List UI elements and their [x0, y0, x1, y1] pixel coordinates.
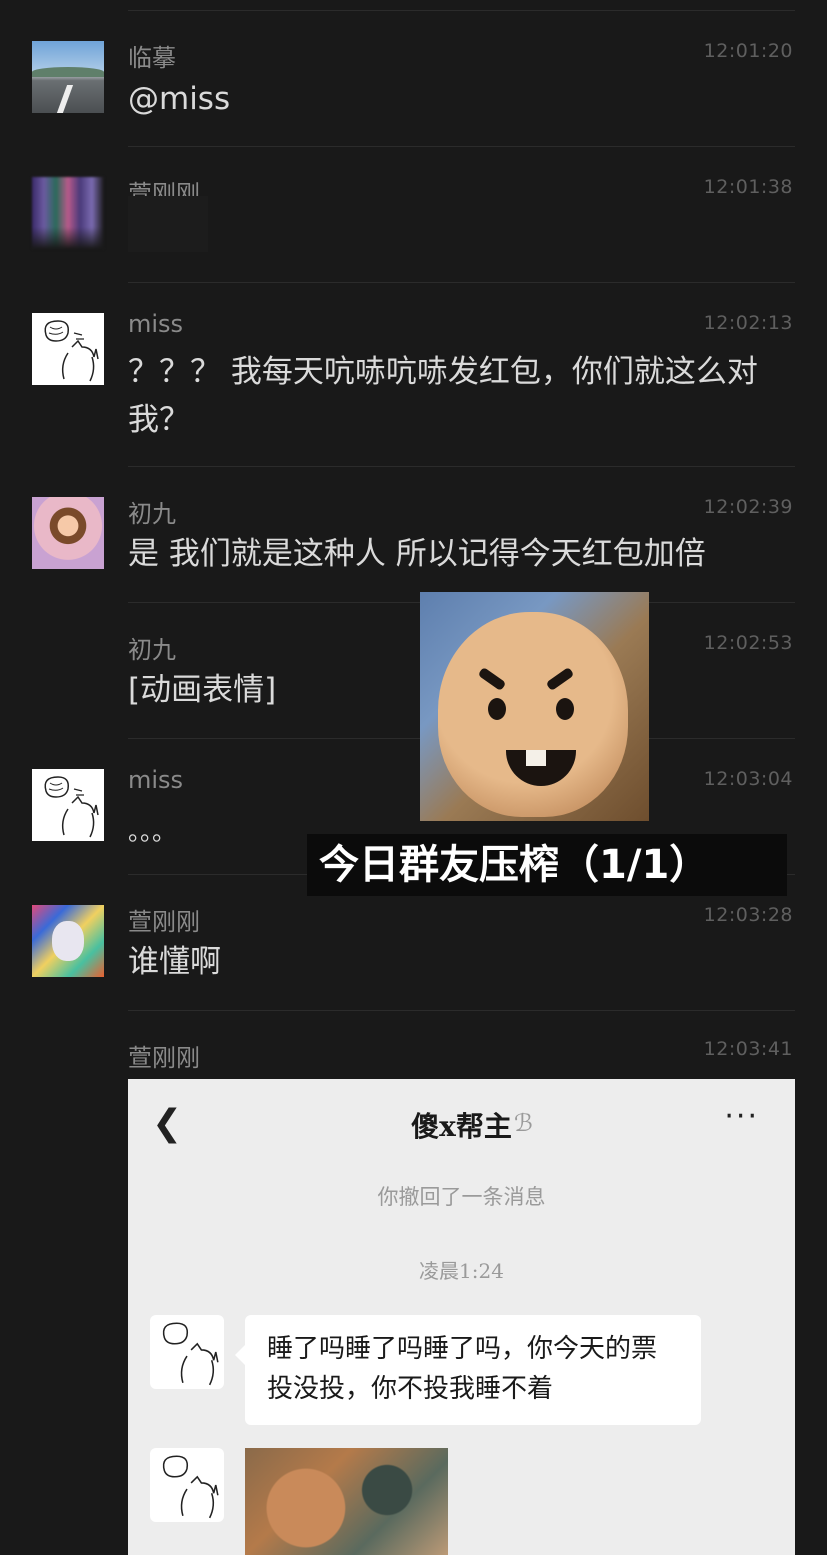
message-item[interactable]: 临摹 12:01:20 @miss: [0, 0, 827, 146]
message-item[interactable]: 初九 12:02:53 [动画表情]: [0, 602, 827, 738]
message-time: 12:01:38: [703, 176, 793, 198]
message-time: 12:03:04: [703, 768, 793, 790]
message-text: @miss: [128, 81, 231, 117]
sender-name: miss: [128, 766, 184, 794]
hidden-message-area: [128, 196, 208, 252]
chat-photo: [245, 1448, 448, 1555]
sender-name: miss: [128, 310, 184, 338]
chat-timestamp: 凌晨1:24: [419, 1259, 504, 1283]
chat-bubble: 睡了吗睡了吗睡了吗，你今天的票投没投，你不投我睡不着: [235, 1315, 701, 1425]
sticker-caption: 今日群友压榨（1/1）: [307, 834, 787, 896]
sender-name: 萱刚刚: [128, 1044, 200, 1072]
ear-icon: ℬ: [514, 1109, 533, 1137]
avatar[interactable]: [32, 769, 104, 841]
sender-name: 初九: [128, 636, 176, 664]
cat-brain-icon: [162, 1455, 219, 1519]
message-item[interactable]: 初九 12:02:39 是 我们就是这种人 所以记得今天红包加倍: [0, 466, 827, 602]
message-time: 12:03:28: [703, 904, 793, 926]
message-text: 是 我们就是这种人 所以记得今天红包加倍: [128, 536, 706, 572]
message-text: 谁懂啊: [128, 944, 221, 980]
sender-name: 萱刚刚: [128, 908, 200, 936]
message-time: 12:02:53: [703, 632, 793, 654]
avatar[interactable]: [32, 497, 104, 569]
message-text: ？？？ 我每天吭哧吭哧发红包，你们就这么对我？: [128, 354, 758, 438]
message-time: 12:02:13: [703, 312, 793, 334]
cat-brain-icon: [44, 320, 99, 382]
chat-title: 傻x帮主: [411, 1110, 512, 1143]
cat-brain-icon: [162, 1322, 219, 1386]
recall-notice: 你撤回了一条消息: [377, 1185, 546, 1209]
shared-screenshot[interactable]: ❮ 傻x帮主 ℬ ··· 你撤回了一条消息 凌晨1:24 睡了吗睡了吗睡了吗，你…: [128, 1079, 795, 1555]
message-time: 12:01:20: [703, 40, 793, 62]
sender-name: 初九: [128, 500, 176, 528]
avatar[interactable]: [32, 313, 104, 385]
avatar[interactable]: [32, 177, 104, 249]
more-dots-icon: ···: [724, 1099, 759, 1134]
message-item[interactable]: miss 12:02:13 ？？？ 我每天吭哧吭哧发红包，你们就这么对我？: [0, 282, 827, 466]
cat-brain-icon: [44, 776, 99, 838]
avatar[interactable]: [32, 41, 104, 113]
sticker-image[interactable]: [420, 592, 649, 821]
avatar[interactable]: [32, 905, 104, 977]
sender-name: 临摹: [128, 44, 176, 72]
message-time: 12:03:41: [703, 1038, 793, 1060]
avatar: [150, 1448, 224, 1522]
message-item[interactable]: 萱刚刚 12:01:38: [0, 146, 827, 282]
message-time: 12:02:39: [703, 496, 793, 518]
avatar: [150, 1315, 224, 1389]
